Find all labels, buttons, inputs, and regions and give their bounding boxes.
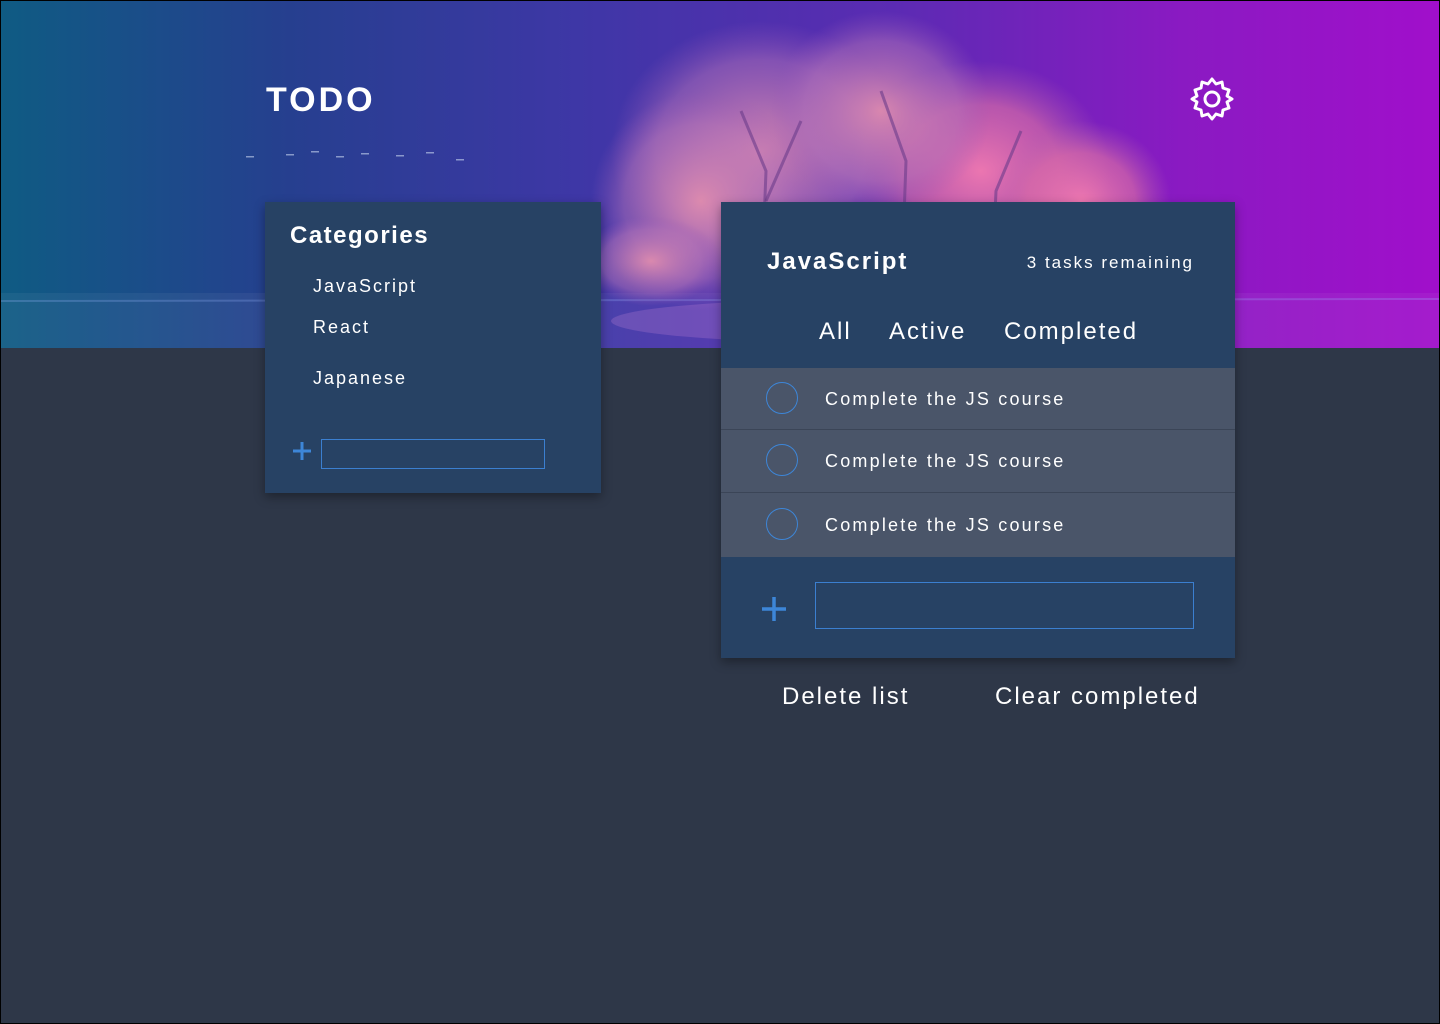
- add-task-plus-icon[interactable]: [761, 596, 787, 622]
- settings-gear-icon[interactable]: [1188, 75, 1236, 123]
- task-row: Complete the JS course: [721, 368, 1235, 430]
- task-text[interactable]: Complete the JS course: [825, 515, 1066, 536]
- clear-completed-button[interactable]: Clear completed: [995, 683, 1200, 711]
- task-checkbox[interactable]: [766, 508, 798, 540]
- task-row: Complete the JS course: [721, 430, 1235, 493]
- new-category-input[interactable]: [321, 439, 545, 469]
- todo-list-panel: JavaScript 3 tasks remaining All Active …: [721, 202, 1235, 658]
- plus-icon: [293, 442, 311, 460]
- add-category-plus-icon[interactable]: [291, 440, 313, 462]
- categories-panel: Categories JavaScript React Japanese: [265, 202, 601, 493]
- filter-tabs: All Active Completed: [721, 318, 1235, 350]
- app-title: TODO: [266, 81, 376, 119]
- task-list: Complete the JS course Complete the JS c…: [721, 368, 1235, 557]
- task-checkbox[interactable]: [766, 444, 798, 476]
- filter-completed[interactable]: Completed: [1004, 318, 1138, 346]
- category-item-react[interactable]: React: [313, 317, 370, 338]
- filter-active[interactable]: Active: [889, 318, 966, 346]
- task-text[interactable]: Complete the JS course: [825, 451, 1066, 472]
- new-task-input[interactable]: [815, 582, 1194, 629]
- gear-icon: [1190, 77, 1234, 121]
- category-item-javascript[interactable]: JavaScript: [313, 276, 417, 297]
- list-title: JavaScript: [767, 248, 909, 275]
- task-text[interactable]: Complete the JS course: [825, 389, 1066, 410]
- plus-icon: [762, 597, 786, 621]
- filter-all[interactable]: All: [819, 318, 852, 346]
- delete-list-button[interactable]: Delete list: [782, 683, 909, 711]
- tasks-remaining-count: 3 tasks remaining: [1026, 253, 1194, 272]
- task-row: Complete the JS course: [721, 493, 1235, 557]
- category-item-japanese[interactable]: Japanese: [313, 368, 407, 389]
- app-window: TODO Categories JavaScript React Japanes…: [0, 0, 1440, 1024]
- task-checkbox[interactable]: [766, 382, 798, 414]
- categories-title: Categories: [290, 222, 430, 249]
